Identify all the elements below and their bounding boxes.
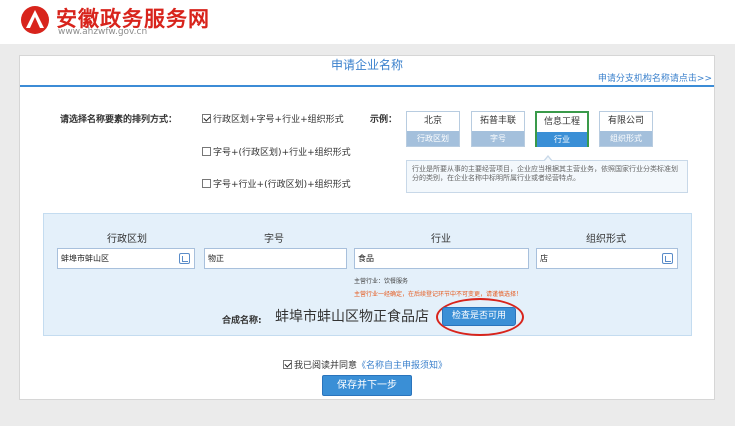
agreement-row[interactable]: 我已阅读并同意《名称自主申报须知》 — [283, 358, 447, 371]
example-industry-key: 行业 — [537, 132, 587, 147]
order-option-1-checkbox[interactable] — [202, 114, 211, 123]
order-option-3-checkbox[interactable] — [202, 179, 211, 188]
order-option-3[interactable]: 字号+行业+(行政区划)+组织形式 — [202, 177, 351, 190]
order-option-1[interactable]: 行政区划+字号+行业+组织形式 — [202, 112, 344, 125]
check-availability-button[interactable]: 检查是否可用 — [442, 307, 516, 326]
order-option-2-label: 字号+(行政区划)+行业+组织形式 — [213, 148, 351, 158]
example-industry[interactable]: 信息工程 行业 — [535, 111, 589, 147]
example-region-value: 北京 — [423, 116, 442, 126]
example-label: 示例： — [370, 115, 398, 125]
org-form-value: 店 — [540, 254, 548, 263]
example-region[interactable]: 北京 行政区划 — [406, 111, 460, 147]
header-region: 行政区划 — [107, 234, 147, 245]
trade-name-value: 物正 — [208, 254, 224, 263]
site-logo-icon — [21, 6, 49, 34]
region-picker-icon[interactable] — [179, 253, 190, 264]
order-option-1-label: 行政区划+字号+行业+组织形式 — [213, 115, 344, 125]
example-org-form-value: 有限公司 — [607, 116, 644, 126]
site-header: 安徽政务服务网 www.ahzwfw.gov.cn — [0, 0, 735, 44]
industry-note: 主营行业：饮餐服务 — [354, 278, 409, 285]
order-label: 请选择名称要素的排列方式： — [60, 115, 178, 125]
agreement-prefix: 我已阅读并同意 — [294, 361, 358, 371]
example-trade-name-value: 拓普丰联 — [479, 116, 516, 126]
composed-name: 蚌埠市蚌山区物正食品店 — [275, 309, 429, 325]
header-trade-name: 字号 — [264, 234, 284, 245]
save-next-button[interactable]: 保存并下一步 — [322, 375, 412, 396]
example-org-form[interactable]: 有限公司 组织形式 — [599, 111, 653, 147]
industry-warning: 主营行业一经确定，在后续登记环节中不可变更，请谨慎选择！ — [354, 291, 523, 298]
example-trade-name-key: 字号 — [472, 131, 524, 146]
region-input[interactable]: 蚌埠市蚌山区 — [57, 248, 195, 269]
agreement-link[interactable]: 《名称自主申报须知》 — [357, 361, 447, 371]
example-region-key: 行政区划 — [407, 131, 459, 146]
header-industry: 行业 — [431, 234, 451, 245]
example-org-form-key: 组织形式 — [600, 131, 652, 146]
name-element-form: 行政区划 字号 行业 组织形式 蚌埠市蚌山区 物正 食品 店 主营行业：饮餐服务… — [43, 213, 692, 336]
compose-label: 合成名称: — [222, 316, 262, 326]
order-option-2[interactable]: 字号+(行政区划)+行业+组织形式 — [202, 145, 351, 158]
example-trade-name[interactable]: 拓普丰联 字号 — [471, 111, 525, 147]
order-option-3-label: 字号+行业+(行政区划)+组织形式 — [213, 180, 351, 190]
region-value: 蚌埠市蚌山区 — [61, 254, 109, 263]
header-org-form: 组织形式 — [586, 234, 626, 245]
industry-value: 食品 — [358, 254, 374, 263]
org-form-picker-icon[interactable] — [662, 253, 673, 264]
example-tooltip: 行业是所要从事的主要经营项目，企业应当根据其主营业务，依照国家行业分类标准划分的… — [406, 155, 688, 193]
name-application-panel: 申请企业名称 申请分支机构名称请点击>> 请选择名称要素的排列方式： 行政区划+… — [19, 55, 715, 400]
industry-input[interactable]: 食品 — [354, 248, 529, 269]
org-form-input[interactable]: 店 — [536, 248, 678, 269]
branch-apply-link[interactable]: 申请分支机构名称请点击>> — [598, 71, 712, 84]
order-option-2-checkbox[interactable] — [202, 147, 211, 156]
site-url: www.ahzwfw.gov.cn — [58, 27, 148, 37]
panel-title-bar: 申请企业名称 申请分支机构名称请点击>> — [20, 56, 714, 87]
trade-name-input[interactable]: 物正 — [204, 248, 347, 269]
example-industry-value: 信息工程 — [543, 117, 580, 127]
agreement-checkbox[interactable] — [283, 360, 292, 369]
